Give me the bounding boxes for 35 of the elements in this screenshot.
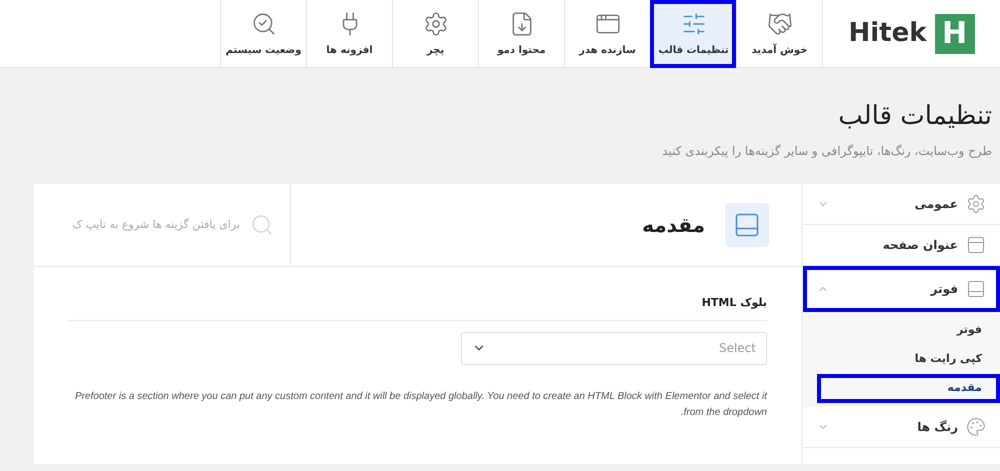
page-title: تنظیمات قالب bbox=[837, 100, 992, 133]
submenu-item[interactable]: کپی رایت ها bbox=[803, 345, 1000, 374]
sidebar-item[interactable]: رنگ ها bbox=[803, 407, 1000, 448]
nav-tab[interactable]: افزونه ها bbox=[306, 0, 392, 68]
section-title: مقدمه bbox=[642, 212, 705, 239]
gear-icon bbox=[966, 194, 986, 214]
panel-top-icon bbox=[966, 235, 986, 255]
sidebar-label: عنوان صفحه bbox=[882, 237, 958, 254]
search-icon bbox=[250, 213, 274, 237]
page-subtitle: طرح وب‌سایت، رنگ‌ها، تایپوگرافی و سایر گزینه‌ها را پیکربندی کنید bbox=[661, 143, 992, 160]
submenu-item[interactable]: فوتر bbox=[803, 316, 1000, 345]
gear-icon bbox=[422, 10, 448, 36]
search-field[interactable]: برای یافتن گزینه ها شروع به تایپ ک bbox=[50, 216, 240, 234]
sliders-icon bbox=[680, 10, 706, 36]
nav-tab[interactable]: پچر bbox=[392, 0, 478, 68]
field-label: بلوک HTML bbox=[68, 295, 767, 320]
sidebar-label: فوتر bbox=[929, 280, 958, 298]
sidebar-item[interactable]: عمومی bbox=[803, 184, 1000, 225]
sidebar-label: عمومی bbox=[914, 196, 958, 213]
field-description: Prefooter is a section where you can put any custom content and it will be displayed globally. You need to create an HTML Block with Elementor and select it from the dropdown. bbox=[74, 390, 767, 420]
nav-tab[interactable]: محتوا دمو bbox=[478, 0, 564, 68]
section-icon bbox=[725, 203, 769, 247]
nav-tab[interactable]: وضعیت سیستم bbox=[220, 0, 306, 68]
search-check-icon bbox=[250, 10, 276, 36]
nav-tab[interactable]: سازنده هدر bbox=[564, 0, 650, 68]
panel-bottom-icon bbox=[966, 278, 986, 298]
sidebar-label: رنگ ها bbox=[916, 419, 958, 436]
logo-text: Hitek bbox=[848, 17, 927, 50]
palette-icon bbox=[966, 417, 986, 437]
sidebar-item[interactable]: فوتر bbox=[803, 266, 1000, 312]
handshake-icon bbox=[766, 10, 792, 36]
sidebar-item[interactable]: عنوان صفحه bbox=[803, 225, 1000, 266]
submenu-item[interactable]: مقدمه bbox=[817, 374, 1000, 403]
logo-mark: H bbox=[934, 14, 975, 54]
nav-tab[interactable]: تنظیمات قالب bbox=[650, 0, 736, 68]
